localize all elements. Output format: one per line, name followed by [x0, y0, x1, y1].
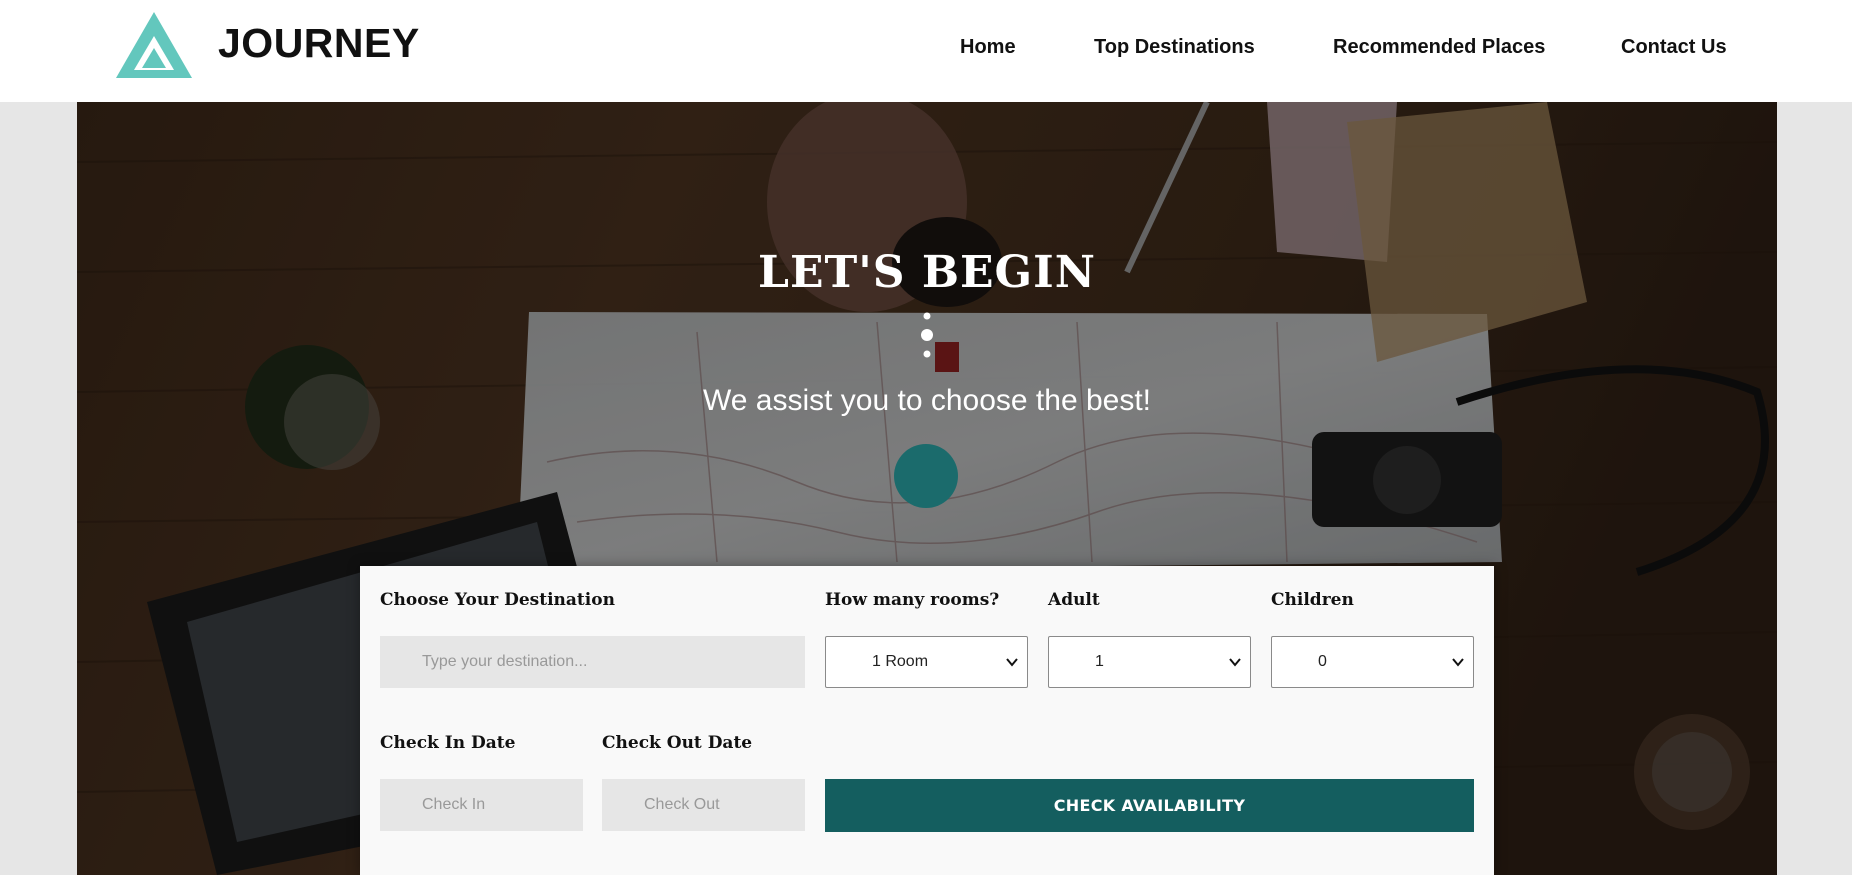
hero-action-circle[interactable] [894, 444, 958, 508]
hero-section: LET'S BEGIN We assist you to choose the … [77, 102, 1777, 875]
chevron-down-icon [1452, 658, 1464, 667]
nav-top-destinations[interactable]: Top Destinations [1094, 36, 1255, 59]
children-select[interactable]: 0 [1271, 636, 1474, 688]
rooms-value: 1 Room [872, 653, 929, 670]
adult-select[interactable]: 1 [1048, 636, 1251, 688]
rooms-label: How many rooms? [825, 590, 1000, 610]
destination-input[interactable]: Type your destination... [380, 636, 805, 688]
chevron-down-icon [1229, 658, 1241, 667]
triangle-logo-icon[interactable] [116, 12, 192, 78]
check-out-input[interactable]: Check Out [602, 779, 805, 831]
hero-title: LET'S BEGIN [758, 247, 1096, 298]
adult-label: Adult [1048, 590, 1100, 610]
adult-value: 1 [1095, 653, 1104, 670]
hero-subtitle: We assist you to choose the best! [702, 384, 1152, 417]
check-in-input[interactable]: Check In [380, 779, 583, 831]
check-out-label: Check Out Date [602, 733, 753, 753]
nav-contact-us[interactable]: Contact Us [1621, 36, 1727, 59]
booking-form: Choose Your Destination Type your destin… [360, 566, 1494, 875]
children-value: 0 [1318, 653, 1327, 670]
nav-home[interactable]: Home [960, 36, 1016, 59]
destination-label: Choose Your Destination [380, 590, 615, 610]
site-header: JOURNEY Home Top Destinations Recommende… [0, 0, 1852, 102]
check-in-label: Check In Date [380, 733, 516, 753]
divider-dots-icon [921, 312, 933, 358]
rooms-select[interactable]: 1 Room [825, 636, 1028, 688]
nav-recommended-places[interactable]: Recommended Places [1333, 36, 1545, 59]
brand-name[interactable]: JOURNEY [218, 20, 420, 67]
chevron-down-icon [1006, 658, 1018, 667]
check-availability-button[interactable]: CHECK AVAILABILITY [825, 779, 1474, 832]
children-label: Children [1271, 590, 1354, 610]
